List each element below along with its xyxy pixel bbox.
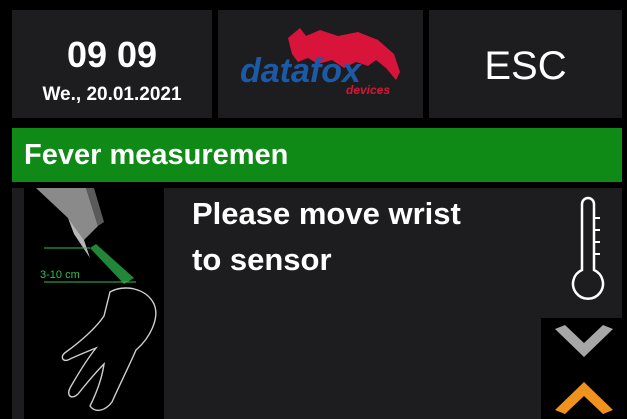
instruction-line-2: to sensor xyxy=(192,242,332,277)
clock-date: We., 20.01.2021 xyxy=(42,84,182,105)
chevron-up-icon[interactable] xyxy=(555,380,613,414)
clock-tile: 09 09 We., 20.01.2021 xyxy=(12,10,212,118)
title-bar: Fever measuremen xyxy=(12,128,622,182)
esc-label: ESC xyxy=(484,44,567,88)
wrist-sensor-illustration: 3-10 cm xyxy=(24,188,164,419)
logo-wordmark: datafox xyxy=(240,52,363,90)
thermometer-icon xyxy=(571,196,605,300)
page-title: Fever measuremen xyxy=(24,139,289,171)
datafox-logo: datafox devices xyxy=(240,28,400,97)
distance-label: 3-10 cm xyxy=(40,269,80,281)
clock-time: 09 09 xyxy=(66,34,158,75)
esc-button[interactable]: ESC xyxy=(429,10,622,118)
logo-tile: datafox devices xyxy=(218,10,423,118)
logo-subtext: devices xyxy=(346,83,390,97)
chevron-down-icon[interactable] xyxy=(555,325,613,359)
instruction-line-1: Please move wrist xyxy=(192,196,461,231)
